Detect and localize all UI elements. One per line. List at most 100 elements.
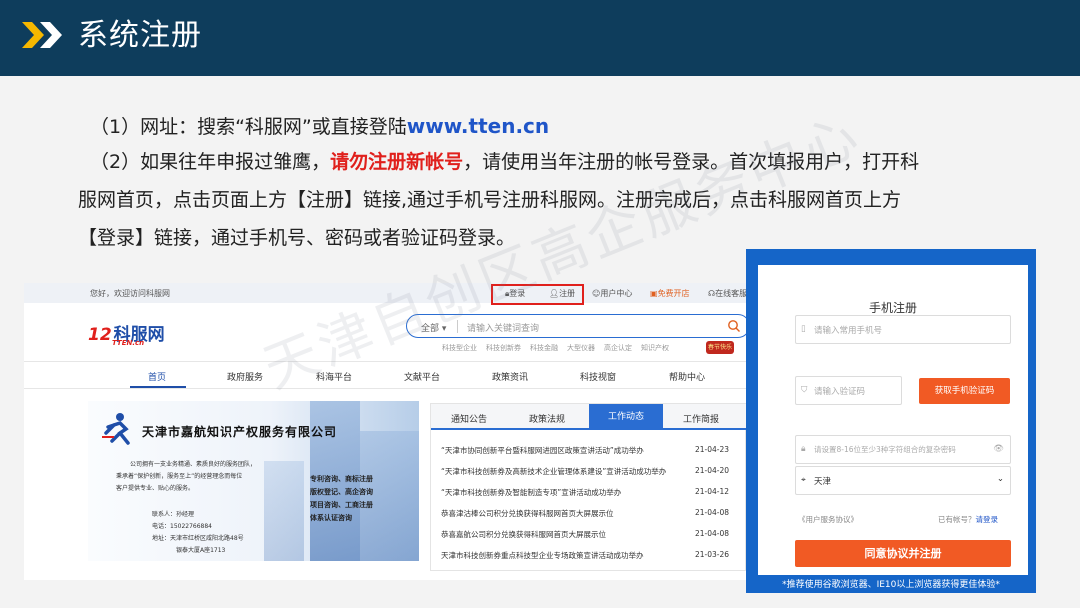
lock-icon: 🔒︎ — [801, 444, 806, 454]
get-code-button[interactable]: 获取手机验证码 — [919, 378, 1010, 404]
hot-keyword[interactable]: 科技型企业 — [442, 344, 477, 352]
city-select[interactable]: ⌖ 天津 ⌄ — [795, 466, 1011, 495]
runner-logo-icon — [102, 413, 130, 445]
tab-work-updates[interactable]: 工作动态 — [589, 404, 663, 430]
eye-icon[interactable]: 👁︎ — [993, 444, 1004, 454]
user-center-label: 用户中心 — [600, 289, 633, 298]
banner-address: 地址：天津市红桥区咸阳北路48号 — [152, 535, 244, 542]
news-date: 21-03-26 — [695, 550, 730, 559]
register-form: 手机注册 ▯ 请输入常用手机号 ⛉ 请输入验证码 获取手机验证码 🔒︎ 请设置8-16… — [758, 265, 1028, 575]
login-link[interactable]: 请登录 — [976, 515, 999, 524]
banner-service-line: 专利咨询、商标注册 — [310, 475, 373, 483]
banner-service-line: 版权登记、高企咨询 — [310, 488, 373, 496]
tab-briefings[interactable]: 工作简报 — [683, 412, 719, 425]
slide-title: 系统注册 — [78, 18, 202, 53]
has-account-text: 已有帐号？请登录 — [938, 514, 998, 525]
news-date: 21-04-20 — [695, 466, 730, 475]
search-input[interactable]: 请输入关键词查询 — [467, 321, 539, 334]
nav-home[interactable]: 首页 — [148, 370, 166, 383]
hot-keyword[interactable]: 知识产权 — [641, 344, 669, 352]
instruction-text: （1）网址：搜索“科服网”或直接登陆 — [90, 116, 407, 138]
hot-keyword[interactable]: 大型仪器 — [567, 344, 595, 352]
news-title: “天津市协同创新平台暨科服网进园区政策宣讲活动”成功举办 — [441, 446, 644, 455]
news-item[interactable]: “天津市协同创新平台暨科服网进园区政策宣讲活动”成功举办 21-04-23 — [441, 445, 729, 456]
site-nav: 首页 政府服务 科海平台 文献平台 政策资讯 科技视窗 帮助中心 — [24, 361, 804, 389]
banner-company-name: 天津市嘉航知识产权服务有限公司 — [142, 425, 338, 439]
instruction-line-2: （2）如果往年申报过雏鹰，请勿注册新帐号，请使用当年注册的帐号登录。首次填报用户… — [90, 150, 919, 174]
news-title: 恭喜津沽棒公司积分兑换获得科服网首页大屏展示位 — [441, 509, 614, 518]
nav-literature[interactable]: 文献平台 — [404, 370, 440, 383]
online-service-link[interactable]: ☊在线客服 — [708, 288, 747, 299]
news-title: “天津市科技创新券及高新技术企业管理体系建设”宣讲活动成功举办 — [441, 467, 667, 476]
news-item[interactable]: “天津市科技创新券及智能制造专项”宣讲活动成功举办 21-04-12 — [441, 487, 729, 498]
website-screenshot: 您好，欢迎访问科服网 🔒︎登录 👤︎注册 ☺用户中心 ▣免费开店 ☊在线客服 1… — [24, 283, 804, 580]
site-search-box[interactable]: 全部 ▾ 请输入关键词查询 — [406, 314, 750, 338]
nav-policy[interactable]: 政策资讯 — [492, 370, 528, 383]
news-item[interactable]: “天津市科技创新券及高新技术企业管理体系建设”宣讲活动成功举办 21-04-20 — [441, 466, 729, 477]
online-service-label: 在线客服 — [715, 289, 748, 298]
search-divider — [457, 320, 458, 333]
news-item[interactable]: 天津市科技创新券重点科技型企业专场政策宣讲活动成功举办 21-03-26 — [441, 550, 729, 561]
city-value: 天津 — [814, 477, 832, 487]
news-item[interactable]: 恭喜嘉航公司积分兑换获得科服网首页大屏展示位 21-04-08 — [441, 529, 729, 540]
news-title: 恭喜嘉航公司积分兑换获得科服网首页大屏展示位 — [441, 530, 606, 539]
instruction-line-3: 服网首页，点击页面上方【注册】链接,通过手机号注册科服网。注册完成后，点击科服网… — [78, 189, 902, 211]
banner-desc: 客户提供专业、贴心的服务。 — [116, 485, 195, 492]
search-category-label: 全部 — [421, 324, 440, 334]
has-account-label: 已有帐号？ — [938, 515, 976, 524]
instruction-text: （2）如果往年申报过雏鹰， — [90, 151, 331, 173]
news-date: 21-04-08 — [695, 529, 730, 538]
code-input[interactable]: ⛉ 请输入验证码 — [795, 376, 902, 405]
banner-desc: 公司拥有一支业务精通、素质良好的服务团队， — [130, 461, 257, 468]
banner-contact: 联系人：孙经理 — [152, 511, 195, 518]
agree-register-button[interactable]: 同意协议并注册 — [795, 540, 1011, 567]
free-shop-link[interactable]: ▣免费开店 — [650, 288, 690, 299]
news-item[interactable]: 恭喜津沽棒公司积分兑换获得科服网首页大屏展示位 21-04-08 — [441, 508, 729, 519]
search-category-select[interactable]: 全部 ▾ — [421, 321, 446, 334]
tab-policies[interactable]: 政策法规 — [529, 412, 565, 425]
news-date: 21-04-12 — [695, 487, 730, 496]
code-placeholder: 请输入验证码 — [814, 387, 866, 397]
festival-badge: 春节快乐 — [706, 341, 734, 354]
double-chevron-icon — [22, 22, 62, 48]
warning-text: 请勿注册新帐号 — [330, 151, 464, 173]
phone-input[interactable]: ▯ 请输入常用手机号 — [795, 315, 1011, 344]
nav-help[interactable]: 帮助中心 — [669, 370, 705, 383]
welcome-text: 您好，欢迎访问科服网 — [90, 289, 170, 298]
user-center-link[interactable]: ☺用户中心 — [592, 288, 632, 299]
hot-keyword[interactable]: 科技创新券 — [486, 344, 521, 352]
password-input[interactable]: 🔒︎ 请设置8-16位至少3种字符组合的复杂密码 👁︎ — [795, 435, 1011, 464]
location-icon: ⌖ — [801, 475, 806, 485]
phone-icon: ▯ — [801, 324, 806, 334]
banner-phone: 电话：15022766884 — [152, 523, 212, 530]
register-panel: 手机注册 ▯ 请输入常用手机号 ⛉ 请输入验证码 获取手机验证码 🔒︎ 请设置8-16… — [746, 249, 1036, 593]
news-title: “天津市科技创新券及智能制造专项”宣讲活动成功举办 — [441, 488, 622, 497]
news-date: 21-04-08 — [695, 508, 730, 517]
instruction-line-1: （1）网址：搜索“科服网”或直接登陆www.tten.cn — [90, 114, 549, 139]
nav-active-indicator — [130, 386, 186, 388]
logo-subtext: TTEN.cn — [112, 339, 145, 347]
tab-notices[interactable]: 通知公告 — [451, 412, 487, 425]
ad-banner[interactable]: 天津市嘉航知识产权服务有限公司 公司拥有一支业务精通、素质良好的服务团队， 秉承… — [88, 401, 419, 561]
shield-icon: ⛉ — [801, 385, 808, 395]
nav-platform[interactable]: 科海平台 — [316, 370, 352, 383]
site-logo[interactable]: 12 科服网 TTEN.cn — [88, 320, 165, 347]
banner-services: 专利咨询、商标注册 版权登记、高企咨询 项目咨询、工商注册 体系认证咨询 — [310, 473, 373, 525]
logo-mark: 12 — [88, 325, 112, 345]
slide-header: 系统注册 — [0, 0, 1080, 76]
phone-placeholder: 请输入常用手机号 — [814, 326, 883, 336]
carousel-dots[interactable] — [288, 553, 309, 561]
search-icon[interactable] — [727, 319, 741, 333]
news-title: 天津市科技创新券重点科技型企业专场政策宣讲活动成功举办 — [441, 551, 644, 560]
site-topbar: 您好，欢迎访问科服网 🔒︎登录 👤︎注册 ☺用户中心 ▣免费开店 ☊在线客服 — [24, 283, 804, 303]
service-agreement-link[interactable]: 《用户服务协议》 — [798, 514, 858, 525]
hot-keyword[interactable]: 高企认定 — [604, 344, 632, 352]
nav-tech-window[interactable]: 科技视窗 — [580, 370, 616, 383]
hot-keyword[interactable]: 科技金融 — [530, 344, 558, 352]
news-date: 21-04-23 — [695, 445, 730, 454]
site-url[interactable]: www.tten.cn — [407, 114, 549, 138]
banner-address: 银泰大厦A座1713 — [176, 547, 226, 554]
nav-gov-service[interactable]: 政府服务 — [227, 370, 263, 383]
news-tabs: 通知公告 政策法规 工作动态 工作简报 — [431, 404, 747, 430]
free-shop-label: 免费开店 — [657, 289, 690, 298]
